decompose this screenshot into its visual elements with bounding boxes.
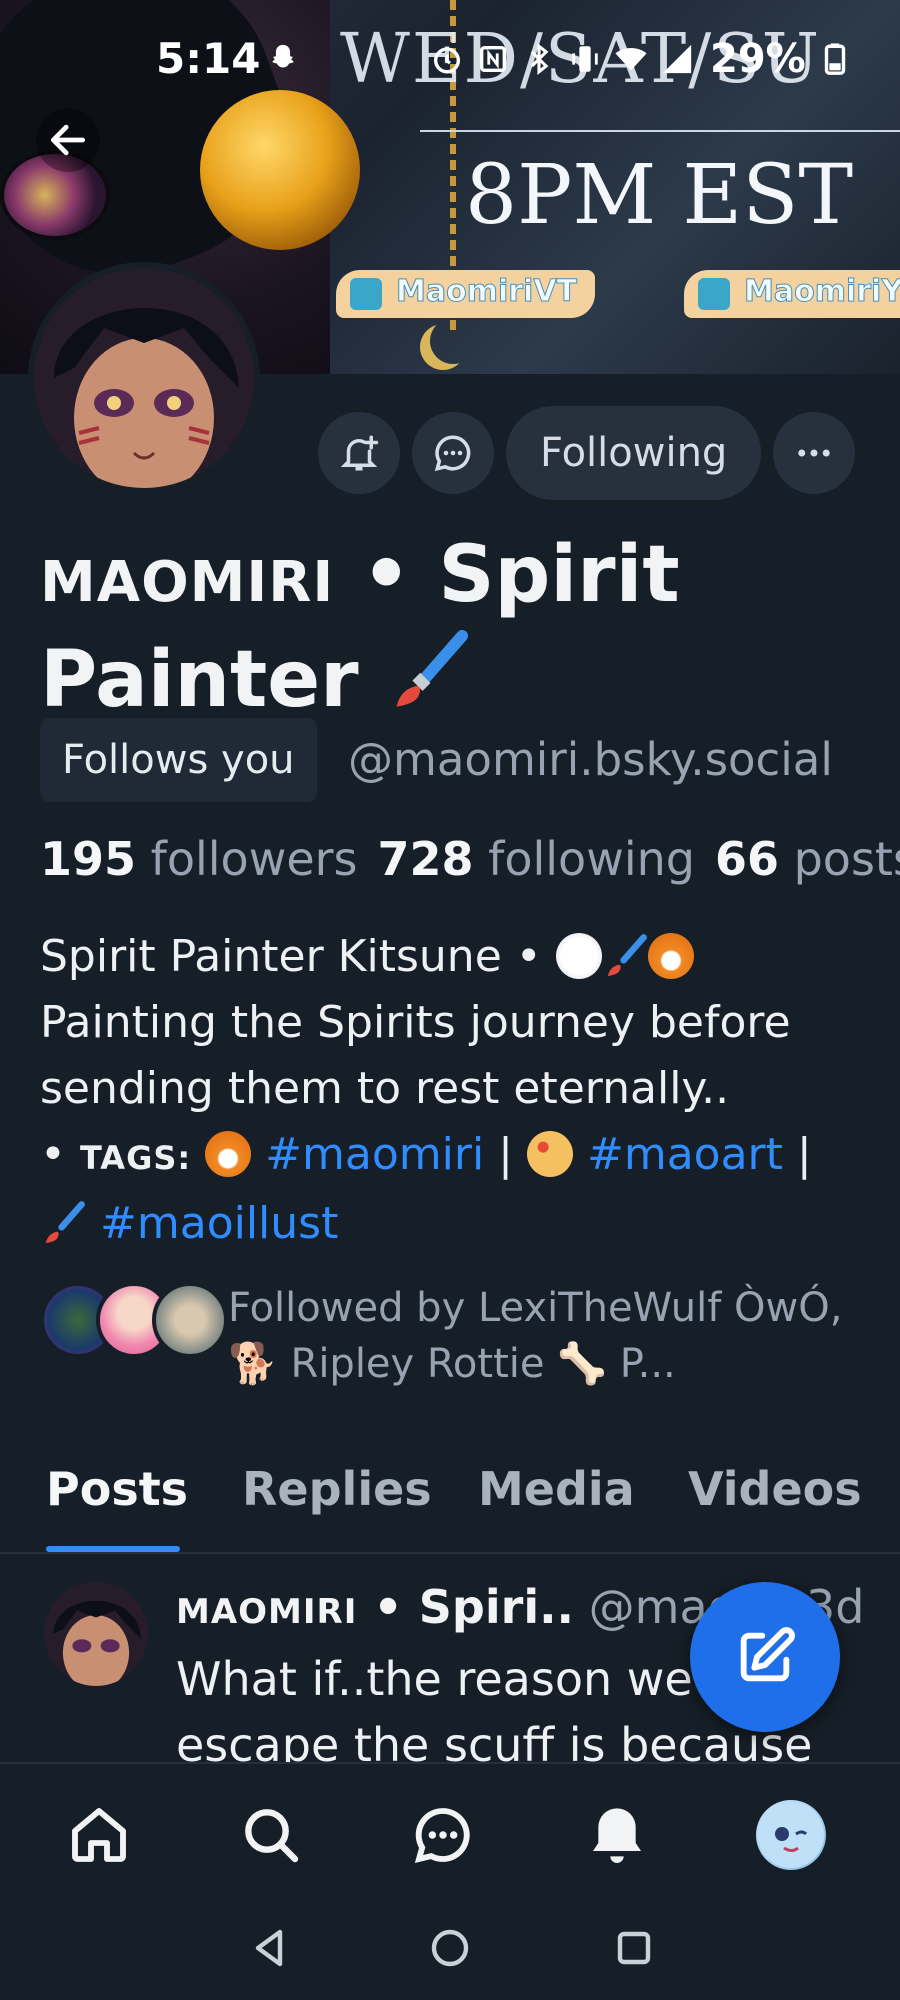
post-author-caps: MAOMIRI — [176, 1592, 358, 1632]
ellipsis-icon — [798, 449, 831, 457]
followed-by-avatars[interactable] — [40, 1282, 228, 1358]
display-name-caps: MAOMIRI — [40, 550, 335, 615]
followed-by-text[interactable]: Followed by LexiTheWulf ÒwÓ, 🐕 Ripley Ro… — [228, 1280, 888, 1392]
search-icon — [245, 1809, 299, 1863]
hashtag-maoillust[interactable]: #maoillust — [100, 1198, 338, 1249]
battery-icon — [824, 43, 845, 75]
bluetooth-icon — [530, 43, 549, 75]
ghost-emoji-icon — [555, 933, 602, 979]
youtube-icon — [698, 278, 730, 310]
bell-plus-icon — [340, 435, 379, 471]
profile-display-name: MAOMIRI • Spirit Painter — [40, 530, 880, 731]
banner-moon-decoration — [430, 318, 476, 364]
profile-tabs: Posts Replies Media Videos — [0, 1450, 900, 1554]
tab-videos[interactable]: Videos — [688, 1462, 862, 1516]
bio-line-2: Painting the Spirits journey before send… — [40, 997, 791, 1114]
vibrate-icon — [572, 46, 598, 72]
system-home-button[interactable] — [420, 1918, 480, 1978]
nfc-icon — [479, 45, 507, 73]
banner-divider — [420, 130, 900, 132]
banner-twitch-chip: MaomiriVT — [336, 270, 596, 318]
tab-replies[interactable]: Replies — [242, 1462, 432, 1516]
snapchat-icon — [272, 44, 294, 68]
paintbrush-emoji-icon — [386, 628, 470, 731]
following-count[interactable]: 728 — [378, 832, 474, 886]
post-author-name: • Spiri.. — [357, 1580, 575, 1634]
subscribe-button[interactable] — [318, 412, 400, 494]
compose-icon — [740, 1627, 795, 1682]
system-back-button[interactable] — [240, 1918, 300, 1978]
system-recents-button[interactable] — [604, 1918, 664, 1978]
twitch-icon — [350, 278, 382, 310]
follows-you-badge: Follows you — [40, 718, 317, 802]
bio-tags-label: TAGS: — [79, 1139, 192, 1177]
following-label[interactable]: following — [488, 832, 695, 886]
tab-media[interactable]: Media — [478, 1462, 635, 1516]
cell-signal-icon — [662, 44, 692, 74]
hashtag-maoart[interactable]: #maoart — [587, 1129, 783, 1180]
profile-avatar[interactable] — [28, 262, 260, 494]
circle-home-icon — [431, 1929, 469, 1967]
nav-home[interactable] — [64, 1800, 134, 1870]
profile-bio: Spirit Painter Kitsune • Painting the Sp… — [40, 931, 812, 1249]
back-button[interactable] — [36, 108, 100, 172]
wifi-icon — [615, 48, 647, 71]
palette-emoji-icon — [526, 1131, 573, 1177]
followers-label[interactable]: followers — [151, 832, 358, 886]
fox-emoji-icon — [647, 933, 694, 979]
banner-schedule-time: 8PM EST — [465, 148, 854, 243]
nav-search[interactable] — [236, 1800, 306, 1870]
avatar-character-art — [34, 268, 254, 488]
post-author-avatar[interactable] — [44, 1582, 148, 1686]
chat-bubble-icon — [434, 435, 471, 472]
profile-handle: @maomiri.bsky.social — [348, 733, 833, 786]
fox-emoji-icon — [205, 1131, 252, 1177]
system-navigation-bar — [0, 1900, 900, 2000]
message-button[interactable] — [412, 412, 494, 494]
chat-bubble-icon — [414, 1808, 470, 1864]
nav-notifications[interactable] — [582, 1800, 652, 1870]
post-header: MAOMIRI • Spiri.. @mao 3d — [176, 1580, 864, 1634]
bell-icon — [593, 1808, 641, 1863]
posts-label: posts — [793, 832, 900, 886]
profile-avatar-icon — [758, 1802, 824, 1868]
followers-count[interactable]: 195 — [40, 832, 136, 886]
alarm-icon — [433, 47, 461, 74]
more-options-button[interactable] — [773, 412, 856, 494]
triangle-back-icon — [255, 1929, 283, 1967]
nav-messages[interactable] — [408, 1800, 478, 1870]
compose-post-button[interactable] — [690, 1582, 840, 1732]
nav-profile-avatar[interactable] — [756, 1800, 826, 1870]
arrow-left-icon — [50, 124, 86, 156]
status-bar: 5:14 29% — [0, 0, 900, 120]
active-tab-indicator — [46, 1546, 180, 1552]
banner-youtube-chip: MaomiriY — [684, 270, 900, 318]
status-icons: 29% — [430, 36, 852, 82]
banner-youtube-handle: MaomiriY — [743, 274, 900, 310]
status-time: 5:14 — [156, 34, 261, 83]
tab-posts[interactable]: Posts — [46, 1462, 188, 1516]
battery-percent: 29% — [710, 36, 806, 82]
bio-line-1: Spirit Painter Kitsune • — [40, 931, 556, 982]
posts-count: 66 — [714, 832, 779, 886]
profile-stats: 195 followers 728 following 66 posts — [40, 832, 900, 886]
banner-twitch-handle: MaomiriVT — [395, 274, 578, 310]
profile-actions: Following — [318, 406, 856, 500]
paintbrush-emoji-icon — [602, 932, 648, 978]
bottom-navigation — [0, 1762, 900, 1900]
follower-avatar — [152, 1282, 228, 1358]
hashtag-maomiri[interactable]: #maomiri — [265, 1129, 484, 1180]
following-button[interactable]: Following — [506, 406, 762, 500]
paintbrush-emoji-icon — [40, 1199, 86, 1245]
square-recents-icon — [617, 1931, 651, 1965]
bio-tags-bullet: • — [40, 1129, 80, 1180]
home-icon — [72, 1808, 126, 1862]
